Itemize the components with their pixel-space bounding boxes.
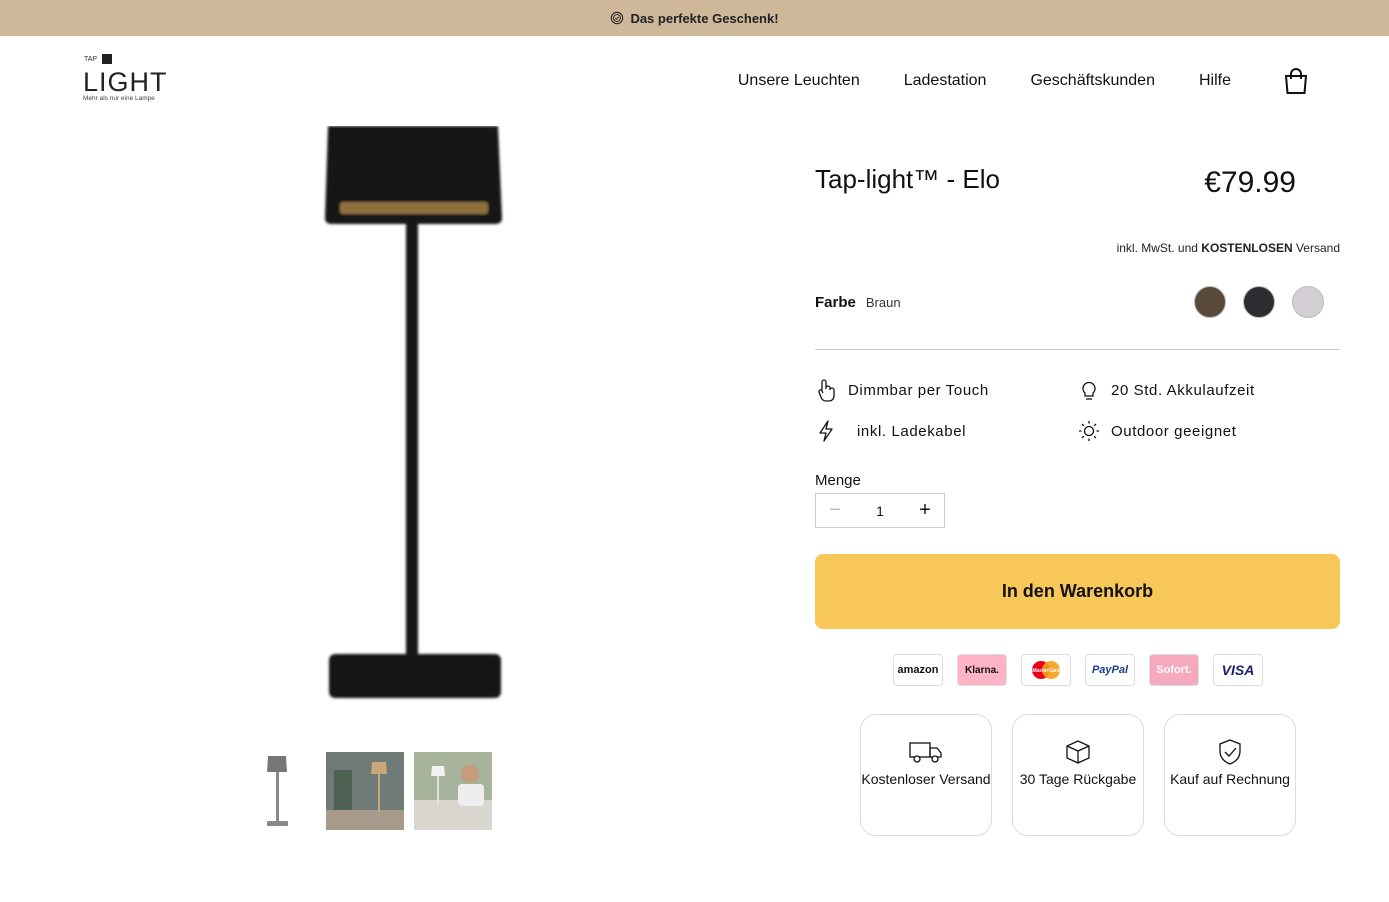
payment-methods: amazon Klarna. MasterCard PayPal Sofort.…: [893, 654, 1263, 686]
tax-note: inkl. MwSt. und KOSTENLOSEN Versand: [1116, 241, 1340, 255]
nav-geschaeftskunden[interactable]: Geschäftskunden: [1030, 72, 1155, 90]
badge-text: 30 Tage Rückgabe: [1019, 771, 1137, 787]
svg-text:Mehr als nur eine Lampe: Mehr als nur eine Lampe: [83, 95, 155, 102]
paypal-icon: PayPal: [1085, 654, 1135, 686]
thumbnail-strip: [238, 752, 580, 830]
mastercard-icon: MasterCard: [1021, 654, 1071, 686]
sun-icon: [1079, 421, 1099, 441]
klarna-icon: Klarna.: [957, 654, 1007, 686]
shopping-bag-icon: [1284, 68, 1308, 94]
feature-text: Outdoor geeignet: [1111, 422, 1237, 440]
nav-hilfe[interactable]: Hilfe: [1199, 72, 1231, 90]
quantity-label: Menge: [815, 472, 861, 489]
main-nav: Unsere Leuchten Ladestation Geschäftskun…: [694, 36, 1309, 126]
thumbnail-4[interactable]: [502, 752, 580, 830]
feature-text: inkl. Ladekabel: [857, 422, 967, 440]
quantity-stepper: − 1 +: [815, 493, 945, 528]
box-icon: [1066, 740, 1090, 764]
thumbnail-2[interactable]: [326, 752, 404, 830]
badge-returns: 30 Tage Rückgabe: [1012, 714, 1144, 836]
logo[interactable]: TAP LIGHT Mehr als nur eine Lampe: [82, 52, 182, 104]
light-bulb-icon: [1082, 381, 1096, 400]
badge-text: Kostenloser Versand: [861, 771, 991, 787]
announcement-bar: Das perfekte Geschenk!: [0, 0, 1389, 36]
svg-text:TAP: TAP: [84, 56, 97, 63]
lightning-icon: [819, 420, 833, 442]
nav-ladestation[interactable]: Ladestation: [904, 72, 987, 90]
product-main-image[interactable]: [300, 126, 530, 716]
truck-icon: [909, 742, 942, 763]
nav-unsere-leuchten[interactable]: Unsere Leuchten: [738, 72, 860, 90]
color-label: Farbe: [815, 294, 856, 311]
site-header: TAP LIGHT Mehr als nur eine Lampe Unsere…: [0, 36, 1389, 126]
feature-outdoor: Outdoor geeignet: [1078, 419, 1237, 443]
product-price: €79.99: [1204, 166, 1296, 199]
quantity-increase-button[interactable]: +: [906, 494, 944, 527]
cart-button[interactable]: [1283, 67, 1309, 95]
thumbnail-1[interactable]: [238, 752, 316, 830]
trust-badges: Kostenloser Versand 30 Tage Rückgabe Kau…: [860, 714, 1296, 836]
swatch-schwarz[interactable]: [1243, 286, 1275, 318]
visa-icon: VISA: [1213, 654, 1263, 686]
feature-battery: 20 Std. Akkulaufzeit: [1078, 378, 1255, 402]
feature-cable: inkl. Ladekabel: [815, 419, 966, 443]
product-title: Tap-light™ - Elo: [815, 164, 1000, 194]
badge-icon: [611, 11, 624, 25]
badge-free-shipping: Kostenloser Versand: [860, 714, 992, 836]
color-selector-label: Farbe Braun: [815, 294, 901, 311]
swatch-silber[interactable]: [1292, 286, 1324, 318]
badge-invoice: Kauf auf Rechnung: [1164, 714, 1296, 836]
thumbnail-3[interactable]: [414, 752, 492, 830]
add-to-cart-button[interactable]: In den Warenkorb: [815, 554, 1340, 629]
color-value: Braun: [865, 295, 901, 310]
badge-text: Kauf auf Rechnung: [1170, 771, 1290, 787]
svg-text:LIGHT: LIGHT: [83, 67, 168, 97]
svg-text:MasterCard: MasterCard: [1032, 668, 1060, 674]
announcement-text: Das perfekte Geschenk!: [630, 10, 779, 26]
sofort-icon: Sofort.: [1149, 654, 1199, 686]
feature-text: Dimmbar per Touch: [848, 381, 989, 399]
feature-text: 20 Std. Akkulaufzeit: [1111, 381, 1255, 399]
amazon-pay-icon: amazon: [893, 654, 943, 686]
quantity-decrease-button[interactable]: −: [816, 494, 854, 527]
color-swatches: [1194, 286, 1324, 318]
feature-dimmable: Dimmbar per Touch: [815, 378, 989, 402]
shield-check-icon: [1219, 739, 1241, 765]
divider: [815, 349, 1340, 350]
swatch-braun[interactable]: [1194, 286, 1226, 318]
touch-hand-icon: [818, 379, 835, 402]
product-gallery: [0, 126, 800, 902]
quantity-value[interactable]: 1: [876, 503, 884, 519]
